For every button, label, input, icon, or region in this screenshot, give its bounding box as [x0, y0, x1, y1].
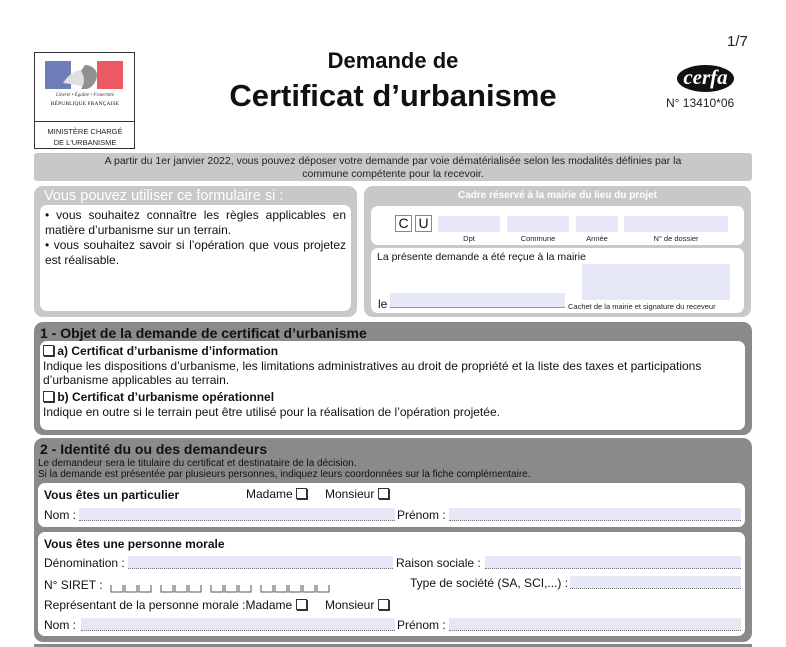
- particulier-nom-input[interactable]: [79, 508, 395, 521]
- cerfa-logo: cerfa: [677, 65, 734, 92]
- section-1-objet: 1 - Objet de la demande de certificat d’…: [34, 322, 752, 435]
- morale-raison-sociale-label: Raison sociale :: [396, 556, 481, 570]
- particulier-panel: Vous êtes un particulier Madame Monsieur…: [38, 483, 745, 527]
- cerfa-number: N° 13410*06: [666, 96, 735, 110]
- usage-bullet-2: • vous souhaitez savoir si l’opération q…: [45, 238, 346, 267]
- morale-prenom-label: Prénom :: [397, 618, 446, 632]
- ministry-line-1: MINISTÈRE CHARGÉ: [47, 127, 123, 136]
- option-b-desc: Indique en outre si le terrain peut être…: [43, 405, 500, 419]
- morale-monsieur-label: Monsieur: [325, 598, 375, 612]
- stamp-signature-caption: Cachet de la mairie et signature du rece…: [568, 302, 716, 311]
- stamp-area[interactable]: [582, 264, 730, 300]
- reception-date-label: le: [378, 297, 388, 311]
- particulier-prenom-input[interactable]: [449, 508, 741, 521]
- particulier-madame-label: Madame: [246, 487, 293, 501]
- page-number: 1/7: [727, 33, 748, 50]
- morale-raison-sociale-input[interactable]: [485, 556, 741, 569]
- option-b-row: b) Certificat d’urbanisme opérationnel: [43, 390, 274, 404]
- reception-date-field[interactable]: [390, 293, 565, 308]
- section-2-note-2: Si la demande est présentée par plusieur…: [38, 469, 531, 480]
- ministry-name: MINISTÈRE CHARGÉ DE L'URBANISME: [37, 126, 133, 148]
- mairie-box-title: Cadre réservé à la mairie du lieu du pro…: [458, 190, 657, 201]
- logo-divider: [35, 121, 134, 122]
- cu-letter-u: U: [415, 215, 432, 232]
- label-commune: Commune: [520, 234, 556, 243]
- morale-siret-label: N° SIRET :: [44, 578, 103, 592]
- particulier-heading: Vous êtes un particulier: [44, 488, 180, 502]
- morale-type-societe-label: Type de société (SA, SCI,...) :: [410, 576, 569, 590]
- dpt-field[interactable]: [438, 216, 500, 232]
- morale-siret-input[interactable]: [110, 580, 406, 593]
- option-a-checkbox[interactable]: [43, 345, 54, 356]
- morale-monsieur-checkbox[interactable]: [377, 599, 389, 610]
- morale-heading: Vous êtes une personne morale: [44, 537, 225, 551]
- info-banner: A partir du 1er janvier 2022, vous pouve…: [34, 153, 752, 181]
- banner-line-1: A partir du 1er janvier 2022, vous pouve…: [104, 155, 682, 167]
- morale-type-societe-input[interactable]: [570, 576, 741, 589]
- morale-denomination-input[interactable]: [128, 556, 393, 569]
- morale-madame-label: Madame: [245, 598, 293, 612]
- option-a-desc-2: d’urbanisme applicables au terrain.: [43, 373, 230, 387]
- option-b-label: b) Certificat d’urbanisme opérationnel: [57, 390, 275, 404]
- annee-field[interactable]: [576, 216, 618, 232]
- commune-field[interactable]: [507, 216, 569, 232]
- section-2-title: 2 - Identité du ou des demandeurs: [40, 441, 268, 457]
- particulier-madame-option: Madame: [246, 487, 308, 501]
- particulier-monsieur-label: Monsieur: [325, 487, 375, 501]
- label-dpt: Dpt: [463, 234, 475, 243]
- section-1-content: a) Certificat d’urbanisme d’information …: [40, 341, 745, 430]
- form-title-line-1: Demande de: [327, 48, 459, 73]
- option-a-row: a) Certificat d’urbanisme d’information: [43, 344, 278, 358]
- morale-representant-option: Représentant de la personne morale :Mada…: [44, 598, 307, 612]
- option-a-desc-1: Indique les dispositions d’urbanisme, le…: [43, 359, 702, 373]
- siret-boxes-graphic: [110, 585, 330, 593]
- option-a-label: a) Certificat d’urbanisme d’information: [57, 344, 279, 358]
- morale-denomination-label: Dénomination :: [44, 556, 125, 570]
- label-dossier: N° de dossier: [653, 234, 699, 243]
- usage-box: Vous pouvez utiliser ce formulaire si : …: [34, 186, 357, 317]
- dossier-number-panel: C U Dpt Commune Année N° de dossier: [371, 206, 744, 245]
- morale-prenom-input[interactable]: [449, 618, 741, 631]
- particulier-nom-label: Nom :: [44, 508, 77, 522]
- morale-monsieur-option: Monsieur: [325, 598, 389, 612]
- option-b-checkbox[interactable]: [43, 391, 54, 402]
- label-annee: Année: [586, 234, 608, 243]
- morale-nom-input[interactable]: [81, 618, 395, 631]
- particulier-monsieur-checkbox[interactable]: [377, 488, 389, 499]
- usage-bullet-1: • vous souhaitez connaître les règles ap…: [45, 208, 346, 237]
- particulier-prenom-label: Prénom :: [397, 508, 446, 522]
- morale-representant-label: Représentant de la personne morale :: [44, 598, 246, 612]
- particulier-monsieur-option: Monsieur: [325, 487, 389, 501]
- personne-morale-panel: Vous êtes une personne morale Dénominati…: [38, 532, 745, 636]
- banner-line-2: commune compétente pour la recevoir.: [302, 168, 484, 180]
- morale-madame-checkbox[interactable]: [295, 599, 307, 610]
- cu-letter-c: C: [395, 215, 412, 232]
- reception-panel: La présente demande a été reçue à la mai…: [371, 248, 744, 313]
- morale-nom-label: Nom :: [44, 618, 77, 632]
- section-2-note-1: Le demandeur sera le titulaire du certif…: [38, 458, 357, 469]
- usage-box-content: • vous souhaitez connaître les règles ap…: [40, 205, 351, 311]
- dossier-number-field[interactable]: [624, 216, 728, 232]
- mairie-reserved-box: Cadre réservé à la mairie du lieu du pro…: [364, 186, 751, 317]
- usage-box-title: Vous pouvez utiliser ce formulaire si :: [44, 188, 284, 204]
- section-1-title: 1 - Objet de la demande de certificat d’…: [40, 325, 367, 341]
- reception-text: La présente demande a été reçue à la mai…: [377, 251, 586, 263]
- particulier-madame-checkbox[interactable]: [296, 488, 308, 499]
- section-2-identite: 2 - Identité du ou des demandeurs Le dem…: [34, 438, 752, 642]
- ministry-line-2: DE L'URBANISME: [53, 138, 117, 147]
